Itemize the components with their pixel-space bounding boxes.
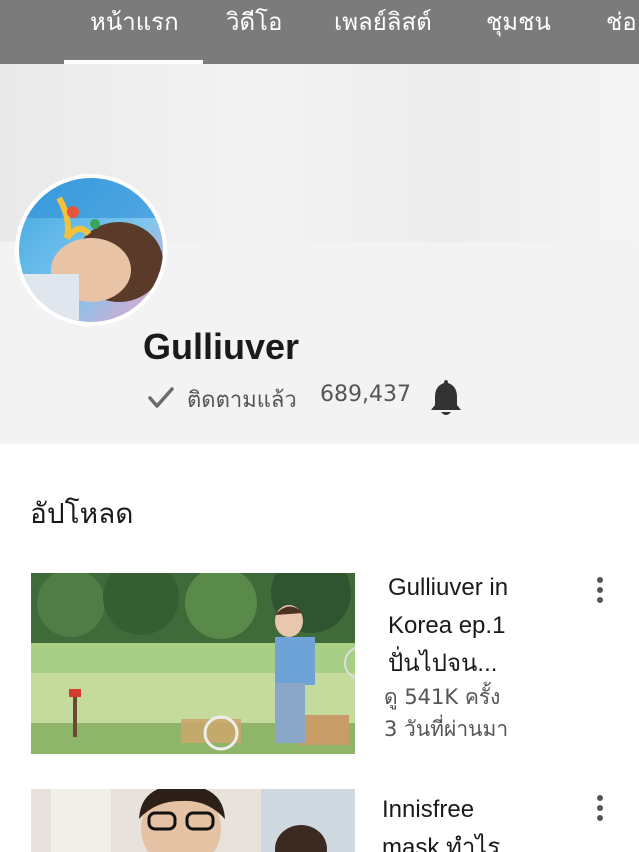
subscriber-count: 689,437 xyxy=(320,382,411,407)
subscribed-label[interactable]: ติดตามแล้ว xyxy=(187,382,297,417)
tab-channels[interactable]: ช่อ xyxy=(606,0,637,64)
more-vert-icon[interactable] xyxy=(590,575,610,605)
check-icon xyxy=(148,387,174,408)
video-item[interactable]: Gulliuver in Korea ep.1 ปั่นไปจน... ดู 5… xyxy=(0,573,639,763)
video-views: ดู 541K ครั้ง xyxy=(384,685,501,709)
channel-name: Gulliuver xyxy=(143,326,300,367)
video-title[interactable]: Innisfree mask ทำไร xyxy=(382,791,582,852)
tab-community[interactable]: ชุมชน xyxy=(486,0,551,64)
video-thumbnail[interactable] xyxy=(31,573,355,754)
channel-tab-bar: หน้าแรก วิดีโอ เพลย์ลิสต์ ชุมชน ช่อ xyxy=(0,0,639,64)
tab-home[interactable]: หน้าแรก xyxy=(64,0,203,64)
section-title: อัปโหลด xyxy=(30,497,134,530)
more-vert-icon[interactable] xyxy=(590,793,610,823)
video-thumbnail[interactable] xyxy=(31,789,355,852)
channel-avatar[interactable] xyxy=(15,174,167,326)
video-title[interactable]: Gulliuver in Korea ep.1 ปั่นไปจน... xyxy=(388,569,588,683)
video-age: 3 วันที่ผ่านมา xyxy=(384,717,509,741)
tab-playlists[interactable]: เพลย์ลิสต์ xyxy=(334,0,432,64)
bell-icon[interactable] xyxy=(428,376,464,418)
video-item[interactable]: Innisfree mask ทำไร xyxy=(0,789,639,852)
tab-videos[interactable]: วิดีโอ xyxy=(226,0,282,64)
